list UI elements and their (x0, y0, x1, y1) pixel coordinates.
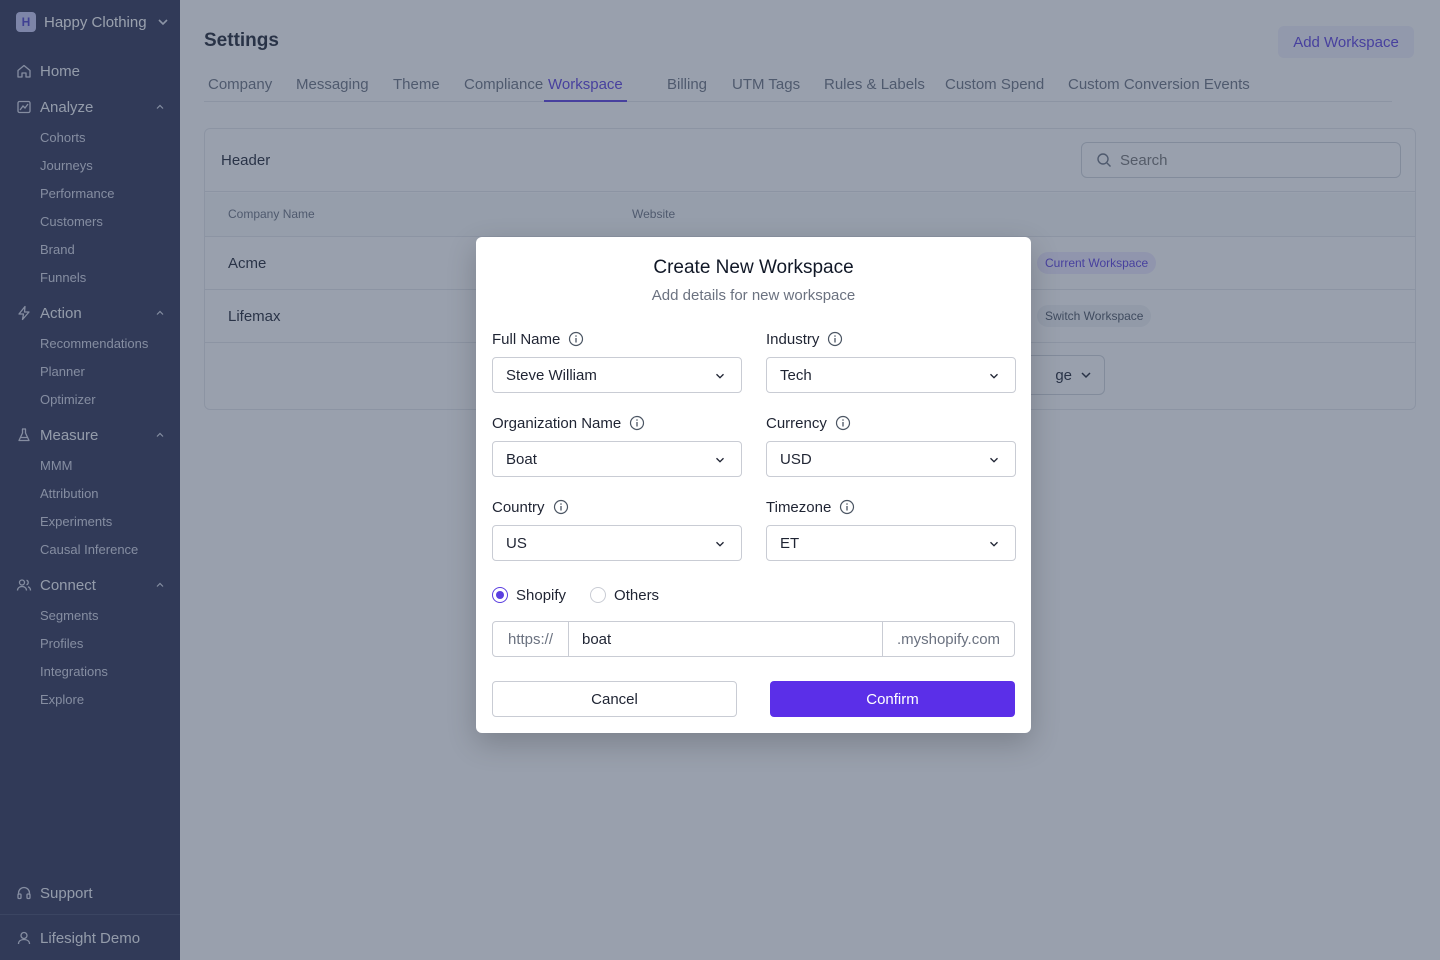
select-value: Tech (780, 366, 812, 384)
info-icon[interactable] (835, 415, 851, 431)
radio-label: Shopify (516, 586, 567, 604)
organization-name-select[interactable]: Boat (492, 441, 742, 477)
organization-name-label: Organization Name (492, 413, 645, 433)
field-label-text: Timezone (766, 498, 832, 516)
cancel-button[interactable]: Cancel (492, 681, 737, 717)
radio-label: Others (614, 586, 660, 604)
store-url-input[interactable] (569, 622, 882, 656)
chevron-down-icon (716, 373, 724, 379)
industry-select[interactable]: Tech (766, 357, 1016, 393)
select-value: US (506, 534, 527, 552)
url-prefix: https:// (493, 622, 569, 656)
full-name-label: Full Name (492, 329, 584, 349)
chevron-down-icon (716, 541, 724, 547)
modal-title: Create New Workspace (653, 257, 854, 278)
chevron-down-icon (990, 373, 998, 379)
store-url-field: https:// .myshopify.com (492, 621, 1015, 657)
info-icon[interactable] (568, 331, 584, 347)
country-select[interactable]: US (492, 525, 742, 561)
info-icon[interactable] (839, 499, 855, 515)
currency-select[interactable]: USD (766, 441, 1016, 477)
radio-unselected-indicator (590, 587, 607, 603)
field-label-text: Organization Name (492, 414, 622, 432)
info-icon[interactable] (629, 415, 645, 431)
confirm-button[interactable]: Confirm (770, 681, 1015, 717)
modal-subtitle: Add details for new workspace (651, 287, 856, 304)
radio-shopify[interactable]: Shopify (492, 587, 566, 604)
industry-label: Industry (766, 329, 843, 349)
radio-selected-indicator (492, 587, 508, 603)
chevron-down-icon (990, 541, 998, 547)
info-icon[interactable] (827, 331, 843, 347)
select-value: Steve William (506, 366, 597, 384)
field-label-text: Full Name (492, 330, 561, 348)
timezone-label: Timezone (766, 497, 855, 517)
create-workspace-modal: Create New Workspace Add details for new… (476, 237, 1031, 733)
chevron-down-icon (990, 457, 998, 463)
country-label: Country (492, 497, 569, 517)
select-value: Boat (506, 450, 537, 468)
chevron-down-icon (716, 457, 724, 463)
url-suffix: .myshopify.com (882, 622, 1014, 656)
field-label-text: Country (492, 498, 545, 516)
field-label-text: Currency (766, 414, 827, 432)
select-value: USD (780, 450, 812, 468)
field-label-text: Industry (766, 330, 820, 348)
full-name-select[interactable]: Steve William (492, 357, 742, 393)
timezone-select[interactable]: ET (766, 525, 1016, 561)
info-icon[interactable] (553, 499, 569, 515)
radio-others[interactable]: Others (590, 587, 659, 604)
platform-radio-group: Shopify Others (492, 585, 659, 605)
currency-label: Currency (766, 413, 851, 433)
select-value: ET (780, 534, 800, 552)
